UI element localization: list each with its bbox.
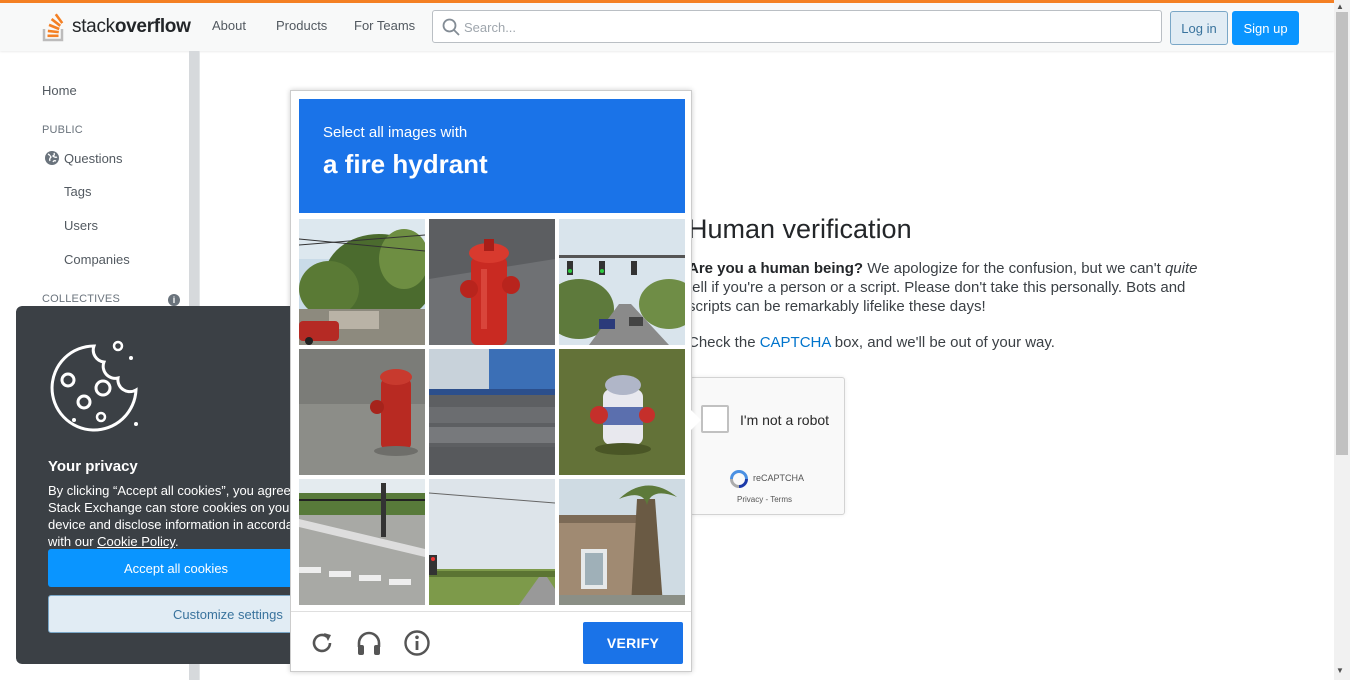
customize-settings-button[interactable]: Customize settings: [48, 595, 290, 633]
challenge-instruction: Select all images with: [323, 124, 468, 141]
stack-logo-icon: [42, 13, 64, 42]
verification-description: Are you a human being? We apologize for …: [688, 260, 1198, 315]
image-tile-traffic-lights-road[interactable]: [559, 219, 685, 345]
captcha-challenge-dialog: Select all images with a fire hydrant VE…: [290, 90, 692, 672]
signup-button[interactable]: Sign up: [1232, 11, 1299, 45]
privacy-link[interactable]: Privacy: [737, 495, 763, 504]
recaptcha-widget: I'm not a robot reCAPTCHA Privacy - Term…: [690, 377, 845, 515]
image-tile-fire-hydrant-red-closeup[interactable]: [429, 219, 555, 345]
image-tile-fire-hydrant-grass[interactable]: [559, 349, 685, 475]
image-tile-palm-tree-building[interactable]: [559, 479, 685, 605]
search-input[interactable]: [464, 16, 1144, 38]
image-tile-crosswalk-pole[interactable]: [299, 479, 425, 605]
challenge-pointer-arrow: [691, 410, 701, 430]
reload-icon[interactable]: [308, 629, 336, 657]
cookie-title: Your privacy: [48, 458, 138, 475]
nav-about[interactable]: About: [212, 18, 246, 33]
scroll-down-arrow-icon[interactable]: ▼: [1336, 666, 1344, 675]
sidebar-item-home[interactable]: Home: [42, 83, 77, 98]
login-button[interactable]: Log in: [1170, 11, 1228, 45]
scroll-up-arrow-icon[interactable]: ▲: [1336, 2, 1344, 11]
image-tile-concrete-steps[interactable]: [429, 349, 555, 475]
recaptcha-terms: Privacy - Terms: [737, 495, 792, 504]
recaptcha-checkbox[interactable]: [701, 405, 729, 433]
sidebar-heading-collectives: COLLECTIVES: [42, 293, 121, 305]
challenge-header: Select all images with a fire hydrant: [299, 99, 685, 213]
nav-products[interactable]: Products: [276, 18, 327, 33]
search-box[interactable]: [432, 10, 1162, 43]
top-bar: stackoverflow About Products For Teams L…: [0, 0, 1334, 51]
terms-link[interactable]: Terms: [770, 495, 792, 504]
sidebar-item-companies[interactable]: Companies: [64, 252, 130, 267]
page-scrollbar-thumb[interactable]: [1336, 12, 1348, 455]
stackoverflow-logo[interactable]: stackoverflow: [42, 12, 191, 42]
recaptcha-brand: reCAPTCHA: [753, 473, 805, 483]
image-tile-street-trees-car[interactable]: [299, 219, 425, 345]
image-grid: [299, 219, 685, 605]
cookie-text: By clicking “Accept all cookies”, you ag…: [48, 483, 290, 549]
sidebar-item-questions[interactable]: Questions: [64, 151, 123, 166]
accept-cookies-button[interactable]: Accept all cookies: [48, 549, 290, 587]
logo-text: stackoverflow: [72, 16, 191, 37]
image-tile-field-traffic-light[interactable]: [429, 479, 555, 605]
sidebar-item-tags[interactable]: Tags: [64, 184, 91, 199]
verify-button[interactable]: VERIFY: [583, 622, 683, 664]
cookie-consent-banner: Your privacy By clicking “Accept all coo…: [16, 306, 290, 664]
search-icon: [442, 18, 460, 36]
cookie-policy-link[interactable]: Cookie Policy: [97, 534, 175, 549]
info-icon[interactable]: i: [168, 294, 180, 306]
captcha-instruction: Check the CAPTCHA box, and we'll be out …: [688, 334, 1055, 351]
sidebar-heading-public: PUBLIC: [42, 124, 83, 136]
challenge-footer: VERIFY: [291, 611, 691, 671]
nav-for-teams[interactable]: For Teams: [354, 18, 415, 33]
image-tile-fire-hydrant-red-pavement[interactable]: [299, 349, 425, 475]
captcha-link[interactable]: CAPTCHA: [760, 334, 831, 351]
cookie-icon: [50, 340, 138, 432]
challenge-target: a fire hydrant: [323, 149, 488, 179]
sidebar-item-users[interactable]: Users: [64, 218, 98, 233]
globe-icon: [45, 151, 59, 165]
page-title: Human verification: [688, 214, 912, 244]
headphones-icon[interactable]: [355, 629, 383, 657]
recaptcha-label: I'm not a robot: [740, 412, 830, 428]
recaptcha-logo-icon: [730, 470, 748, 488]
info-circle-icon[interactable]: [403, 629, 431, 657]
